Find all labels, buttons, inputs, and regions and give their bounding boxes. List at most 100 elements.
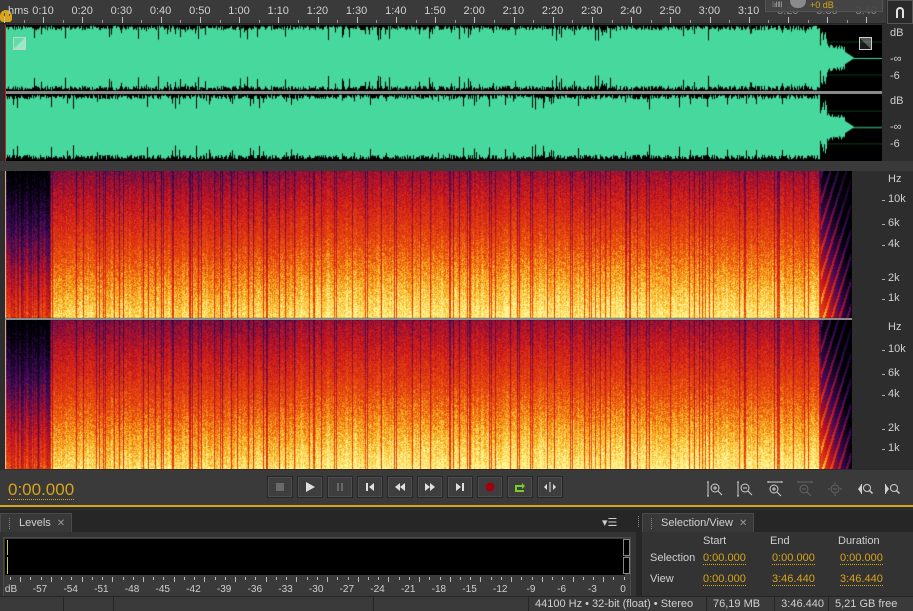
view-start-field[interactable]: 0:00.000	[703, 573, 746, 586]
meter-scale-tick	[235, 577, 237, 582]
volume-hud[interactable]: ⁞ıllll +0 dB	[765, 0, 883, 12]
record-button[interactable]	[477, 476, 503, 498]
ruler-tick	[533, 20, 535, 23]
waveform-channel-right[interactable]	[5, 94, 882, 160]
panel-grip-icon[interactable]	[9, 517, 11, 529]
meter-scale-label: -45	[155, 584, 170, 595]
ruler-time-label: 1:10	[267, 5, 289, 17]
waveform-display[interactable]	[5, 25, 882, 161]
ruler-time-label: 1:30	[345, 5, 368, 17]
peak-indicator-right	[7, 557, 8, 574]
db-scale-label: -6	[890, 138, 900, 150]
zoom-in-time-button[interactable]	[765, 480, 785, 498]
meter-scale-tick	[490, 577, 492, 580]
ruler-tick	[631, 17, 633, 23]
waveform-channel-left[interactable]	[5, 25, 882, 91]
meter-scale-tick	[388, 577, 390, 582]
ruler-tick	[258, 20, 260, 23]
peak-indicator-left	[7, 540, 8, 555]
db-scale-title: dB	[890, 95, 904, 107]
panel-grip-icon[interactable]	[651, 517, 653, 529]
meter-scale-tick	[71, 577, 73, 580]
selection-end-field[interactable]: 0:00.000	[772, 552, 815, 565]
rewind-button[interactable]	[387, 476, 413, 498]
fade-out-handle[interactable]	[859, 37, 872, 50]
snap-toggle-button[interactable]	[887, 0, 913, 24]
pause-button[interactable]	[327, 476, 353, 498]
panel-splitter[interactable]	[0, 161, 913, 171]
status-free-space: 5,21 GB free	[828, 597, 913, 611]
fade-in-handle[interactable]	[13, 37, 26, 50]
fast-forward-button[interactable]	[417, 476, 443, 498]
row-label-selection: Selection	[650, 552, 696, 564]
selection-duration-field[interactable]: 0:00.000	[840, 552, 883, 565]
ruler-tick	[513, 17, 515, 23]
stop-button[interactable]	[267, 476, 293, 498]
ruler-tick	[356, 17, 358, 23]
meter-scale-tick	[541, 577, 543, 582]
channel-divider	[5, 318, 852, 320]
ruler-tick	[180, 20, 182, 23]
meter-scale-label: -9	[526, 584, 536, 595]
ruler-tick	[454, 20, 456, 23]
meter-scale-label: 0	[620, 584, 626, 595]
meter-scale-tick	[194, 577, 196, 580]
clip-indicator-left[interactable]	[623, 539, 630, 556]
zoom-in-amplitude-button[interactable]	[705, 480, 725, 498]
meter-scale-tick	[408, 577, 410, 580]
zoom-in-at-out-point-button[interactable]	[882, 480, 902, 498]
move-to-previous-button[interactable]	[357, 476, 383, 498]
meter-scale-tick	[275, 577, 277, 580]
frequency-scale[interactable]: Hz 10k 6k 4k 2k 1k Hz 10k 6k 4k 2k 1k	[852, 171, 913, 469]
close-icon[interactable]: ✕	[739, 518, 747, 529]
selection-start-field[interactable]: 0:00.000	[703, 552, 746, 565]
meter-scale-tick	[112, 577, 114, 582]
meter-scale-label: -30	[308, 584, 324, 595]
meter-scale-tick	[81, 577, 83, 582]
fast-forward-icon	[425, 483, 435, 491]
meter-scale-tick	[40, 577, 42, 580]
hz-scale-label: 6k	[888, 367, 900, 379]
waveform-db-scale[interactable]: dB -∞ -6 dB -∞ -6	[882, 25, 913, 161]
zoom-out-amplitude-button[interactable]	[735, 480, 755, 498]
selection-view-tab[interactable]: Selection/View ✕	[642, 513, 755, 532]
levels-tab[interactable]: Levels ✕	[0, 513, 73, 532]
play-button[interactable]	[297, 476, 323, 498]
volume-value[interactable]: +0 dB	[810, 0, 834, 10]
ruler-time-label: 0:40	[149, 5, 172, 17]
meter-scale-label: -21	[400, 584, 416, 595]
spectral-frequency-display[interactable]	[5, 171, 852, 469]
column-header-duration: Duration	[838, 535, 880, 547]
zoom-out-full-button[interactable]	[795, 480, 815, 498]
ruler-time-label: 1:00	[228, 5, 250, 17]
loop-playback-button[interactable]	[507, 476, 533, 498]
ruler-tick	[494, 20, 495, 23]
selection-view-tabbar: Selection/View ✕	[642, 510, 913, 532]
volume-knob[interactable]	[790, 0, 806, 8]
current-time-display[interactable]: 0:00.000	[8, 481, 75, 500]
meter-scale-tick	[439, 577, 441, 580]
skip-selection-button[interactable]	[537, 476, 563, 498]
panel-menu-icon[interactable]: ▾☰	[602, 516, 617, 529]
clip-indicator-right[interactable]	[623, 557, 630, 574]
magnet-icon	[896, 7, 904, 18]
zoom-out-point-icon	[885, 484, 901, 495]
timeline-ruler[interactable]: hms 0:10 0:20 0:30 0:40 0:50 1:00 1:10 1:20 1:30…	[0, 0, 886, 24]
view-end-field[interactable]: 3:46.440	[772, 573, 815, 586]
meter-scale-tick	[429, 577, 431, 580]
meter-scale-label: -15	[462, 584, 477, 595]
ruler-tick	[415, 20, 417, 23]
move-to-next-button[interactable]	[447, 476, 473, 498]
ruler-tick	[827, 17, 829, 23]
meter-scale-tick	[347, 577, 349, 580]
meter-scale-tick	[419, 577, 421, 582]
audition-editor: hms 0:10 0:20 0:30 0:40 0:50 1:00 1:10 1:20 1:30…	[0, 0, 913, 611]
spectrogram-canvas[interactable]	[5, 171, 852, 469]
zoom-to-selection-button[interactable]	[825, 480, 845, 498]
zoom-in-amplitude-icon	[707, 481, 723, 497]
ruler-tick	[62, 20, 64, 23]
close-icon[interactable]: ✕	[57, 518, 65, 529]
zoom-in-at-in-point-button[interactable]	[855, 480, 875, 498]
view-duration-field[interactable]: 3:46.440	[840, 573, 883, 586]
ruler-time-label: 3:10	[737, 5, 760, 17]
